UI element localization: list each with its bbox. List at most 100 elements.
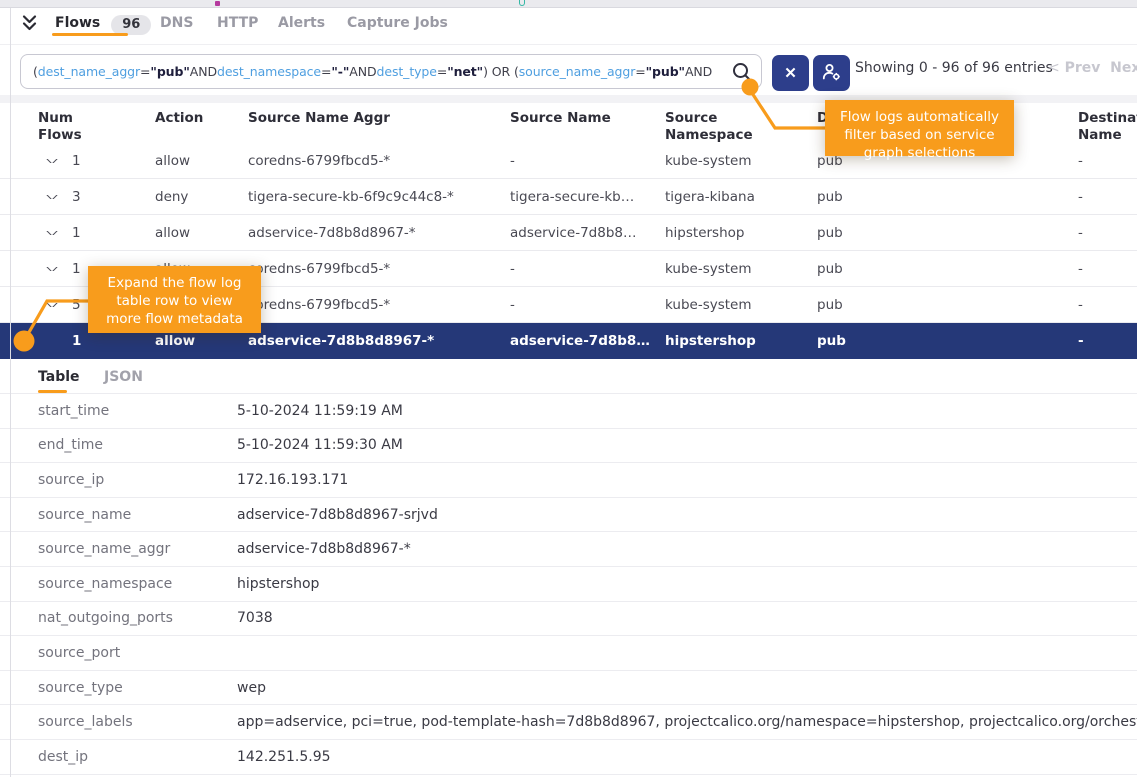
query-value: "net"	[447, 64, 483, 79]
expand-row-chevron-icon[interactable]	[38, 159, 72, 163]
flow-logs-page: Flows96 DNS HTTP Alerts Capture Jobs (de…	[0, 0, 1137, 777]
cell-action: allow	[155, 333, 248, 349]
detail-value: 5-10-2024 11:59:30 AM	[237, 437, 1137, 453]
detail-key: source_port	[38, 645, 237, 661]
cutoff-artifact	[215, 1, 220, 6]
query-value: "pub"	[150, 64, 189, 79]
query-field: dest_type	[377, 64, 437, 79]
expand-row-chevron-icon[interactable]	[38, 231, 72, 235]
prev-button[interactable]: Prev	[1065, 60, 1101, 76]
cell-source-namespace: kube-system	[665, 153, 817, 169]
tab-http[interactable]: HTTP	[217, 15, 258, 31]
detail-row-end_time: end_time5-10-2024 11:59:30 AM	[0, 429, 1137, 464]
detail-tab-json[interactable]: JSON	[104, 369, 143, 385]
detail-key: source_labels	[38, 714, 237, 730]
cell-source-namespace: tigera-kibana	[665, 189, 817, 205]
cell-num: 1	[72, 333, 155, 349]
detail-key: nat_outgoing_ports	[38, 610, 237, 626]
cell-source-name-aggr: adservice-7d8b8d8967-*	[248, 225, 510, 241]
double-chevron-down-icon[interactable]	[21, 14, 38, 36]
query-operator: =	[437, 64, 447, 79]
detail-key: start_time	[38, 403, 237, 419]
detail-value: app=adservice, pci=true, pod-template-ha…	[237, 714, 1137, 730]
next-button[interactable]: Next	[1110, 60, 1137, 76]
expand-row-chevron-icon[interactable]	[38, 303, 72, 307]
tab-alerts[interactable]: Alerts	[278, 15, 325, 31]
cell-destination-name: -	[1078, 261, 1137, 277]
panel-left-border	[10, 8, 11, 777]
query-operator: =	[635, 64, 645, 79]
cell-dest-name-aggr: pub	[817, 333, 1078, 349]
query-operator: AND	[685, 64, 712, 79]
flow-detail-table: start_time5-10-2024 11:59:19 AMend_time5…	[0, 393, 1137, 775]
detail-row-source_port: source_port	[0, 636, 1137, 671]
cell-source-name: -	[510, 297, 665, 313]
detail-row-source_labels: source_labelsapp=adservice, pci=true, po…	[0, 705, 1137, 740]
cell-num: 1	[72, 153, 155, 169]
detail-row-start_time: start_time5-10-2024 11:59:19 AM	[0, 394, 1137, 429]
query-text: (dest_name_aggr = "pub" AND dest_namespa…	[33, 55, 715, 88]
detail-value: adservice-7d8b8d8967-srjvd	[237, 507, 1137, 523]
cell-action: deny	[155, 189, 248, 205]
col-source-name-aggr: Source Name Aggr	[248, 103, 510, 127]
cell-dest-name-aggr: pub	[817, 297, 1078, 313]
detail-row-source_name: source_nameadservice-7d8b8d8967-srjvd	[0, 498, 1137, 533]
user-settings-button[interactable]	[813, 55, 850, 91]
detail-key: source_type	[38, 680, 237, 696]
query-input[interactable]: (dest_name_aggr = "pub" AND dest_namespa…	[20, 54, 762, 89]
detail-value: 142.251.5.95	[237, 749, 1137, 765]
cell-source-name: tigera-secure-kb…	[510, 189, 665, 205]
cell-source-name: -	[510, 261, 665, 277]
cell-source-namespace: hipstershop	[665, 333, 817, 349]
col-destination-name: Destination Name	[1078, 103, 1137, 144]
col-source-name: Source Name	[510, 103, 665, 127]
cell-source-name-aggr: adservice-7d8b8d8967-*	[248, 333, 510, 349]
detail-row-dest_ip: dest_ip142.251.5.95	[0, 740, 1137, 775]
cell-source-name-aggr: coredns-6799fbcd5-*	[248, 153, 510, 169]
col-source-namespace: Source Namespace	[665, 103, 817, 144]
detail-value: 7038	[237, 610, 1137, 626]
detail-key: source_ip	[38, 472, 237, 488]
cell-destination-name: -	[1078, 189, 1137, 205]
query-field: dest_namespace	[217, 64, 321, 79]
pagination: < Prev Next >	[1048, 60, 1137, 76]
detail-value: wep	[237, 680, 1137, 696]
expand-row-coachmark-tooltip: Expand the flow log table row to view mo…	[88, 266, 261, 333]
cell-source-name: -	[510, 153, 665, 169]
detail-tab-table[interactable]: Table	[38, 369, 80, 385]
person-gear-icon	[821, 62, 842, 85]
cell-action: allow	[155, 225, 248, 241]
tab-capture-jobs[interactable]: Capture Jobs	[347, 15, 448, 31]
detail-value: adservice-7d8b8d8967-*	[237, 541, 1137, 557]
detail-key: source_namespace	[38, 576, 237, 592]
detail-tab-bar: Table JSON	[0, 359, 1137, 393]
detail-value: 5-10-2024 11:59:19 AM	[237, 403, 1137, 419]
filter-coachmark-tooltip: Flow logs automatically filter based on …	[825, 100, 1014, 156]
cell-action: allow	[155, 153, 248, 169]
flow-row[interactable]: 3denytigera-secure-kb-6f9c9c44c8-*tigera…	[0, 179, 1137, 215]
cell-num: 3	[72, 189, 155, 205]
filter-bar: (dest_name_aggr = "pub" AND dest_namespa…	[0, 45, 1137, 95]
log-type-tab-bar: Flows96 DNS HTTP Alerts Capture Jobs	[0, 8, 1137, 45]
clear-filter-button[interactable]: ✕	[772, 55, 809, 91]
expand-row-chevron-icon[interactable]	[38, 195, 72, 199]
cell-source-namespace: kube-system	[665, 261, 817, 277]
expand-row-chevron-icon[interactable]	[38, 267, 72, 271]
detail-value: hipstershop	[237, 576, 1137, 592]
cutoff-artifact	[519, 0, 525, 6]
detail-row-source_ip: source_ip172.16.193.171	[0, 463, 1137, 498]
tab-flows[interactable]: Flows96	[55, 15, 151, 35]
search-icon[interactable]	[731, 61, 753, 87]
detail-key: dest_ip	[38, 749, 237, 765]
detail-key: end_time	[38, 437, 237, 453]
cell-destination-name: -	[1078, 297, 1137, 313]
detail-row-source_name_aggr: source_name_aggradservice-7d8b8d8967-*	[0, 532, 1137, 567]
cell-source-name: adservice-7d8b8…	[510, 225, 665, 241]
prev-bracket: <	[1048, 60, 1060, 76]
showing-entries-text: Showing 0 - 96 of 96 entries	[855, 60, 1053, 76]
flows-count-badge: 96	[111, 15, 151, 35]
flow-row[interactable]: 1allowadservice-7d8b8d8967-*adservice-7d…	[0, 215, 1137, 251]
detail-row-source_namespace: source_namespacehipstershop	[0, 567, 1137, 602]
cell-destination-name: -	[1078, 225, 1137, 241]
tab-dns[interactable]: DNS	[160, 15, 193, 31]
